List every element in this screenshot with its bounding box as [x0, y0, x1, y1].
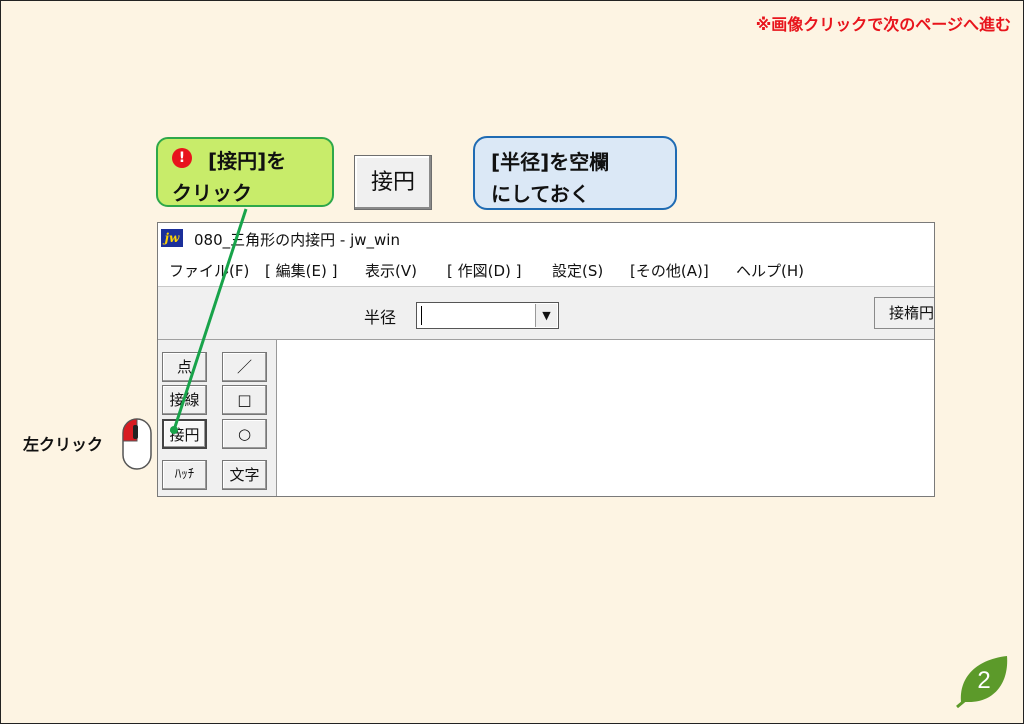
tool-point[interactable]: 点: [162, 352, 207, 382]
leaf-page-badge-icon: 2: [956, 656, 1008, 708]
title-bar[interactable]: jw 080_三角形の内接円 - jw_win: [158, 223, 934, 253]
menu-settings[interactable]: 設定(S): [552, 260, 603, 281]
tool-tangent-circle[interactable]: 接円: [162, 419, 207, 449]
step-callout-line1: [接円]を: [208, 149, 287, 173]
menu-file[interactable]: ファイル(F): [169, 260, 249, 281]
tool-circle[interactable]: ○: [222, 419, 267, 449]
menu-edit[interactable]: [ 編集(E) ]: [265, 260, 337, 281]
menu-draw[interactable]: [ 作図(D) ]: [447, 260, 522, 281]
dropdown-arrow-icon[interactable]: ▼: [535, 304, 557, 327]
tip-callout-line1: [半径]を空欄: [491, 150, 610, 174]
menu-view[interactable]: 表示(V): [365, 260, 417, 281]
tool-hatch[interactable]: ﾊｯﾁ: [162, 460, 207, 490]
tool-rectangle[interactable]: □: [222, 385, 267, 415]
control-bar: 半径 ▼ 接楕円: [158, 288, 934, 340]
tool-tangent-line[interactable]: 接線: [162, 385, 207, 415]
exclamation-icon: !: [172, 148, 192, 168]
tangent-ellipse-button[interactable]: 接楕円: [874, 297, 934, 329]
drawing-canvas[interactable]: [276, 340, 934, 496]
radius-label: 半径: [364, 308, 397, 327]
tool-palette: 点 接線 接円 ﾊｯﾁ ／ □ ○ 文字: [158, 340, 276, 496]
slide-page[interactable]: ※画像クリックで次のページへ進む ! [接円]を クリック 接円 [半径]を空欄…: [0, 0, 1024, 724]
step-callout: ! [接円]を クリック: [156, 137, 334, 207]
left-click-label: 左クリック: [23, 435, 104, 454]
window-title: 080_三角形の内接円 - jw_win: [194, 231, 400, 249]
tool-line[interactable]: ／: [222, 352, 267, 382]
jw-app-icon: jw: [161, 229, 183, 247]
tangent-circle-button-enlarged[interactable]: 接円: [354, 155, 432, 210]
radius-input[interactable]: ▼: [416, 302, 559, 329]
mouse-left-click-icon: [122, 418, 152, 470]
tool-text[interactable]: 文字: [222, 460, 267, 490]
page-number: 2: [977, 667, 990, 694]
menu-other[interactable]: [その他(A)]: [630, 260, 709, 281]
menu-bar: ファイル(F) [ 編集(E) ] 表示(V) [ 作図(D) ] 設定(S) …: [158, 253, 934, 287]
jw-win-window: jw 080_三角形の内接円 - jw_win ファイル(F) [ 編集(E) …: [157, 222, 935, 497]
next-page-note: ※画像クリックで次のページへ進む: [755, 15, 1011, 34]
text-caret: [421, 306, 422, 325]
tip-callout-line2: にしておく: [491, 182, 590, 206]
step-callout-line2: クリック: [172, 181, 252, 205]
menu-help[interactable]: ヘルプ(H): [736, 260, 804, 281]
tip-callout: [半径]を空欄 にしておく: [473, 136, 677, 210]
